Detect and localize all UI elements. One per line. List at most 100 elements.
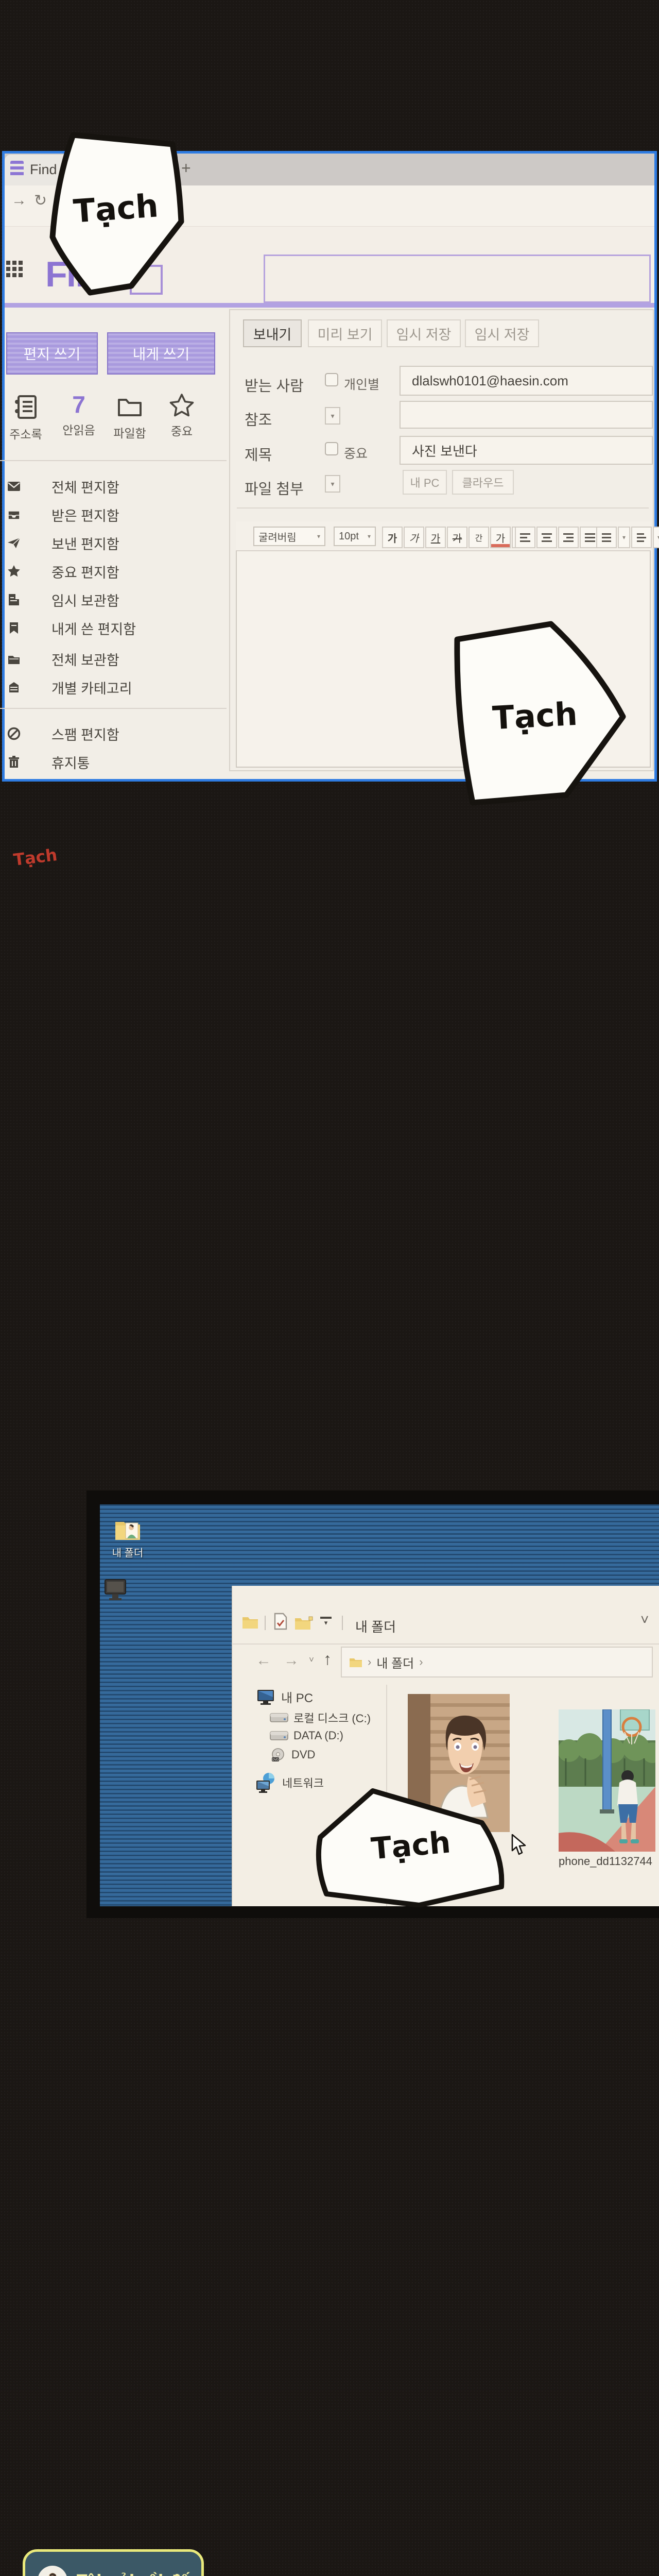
align-center-button[interactable] [536, 527, 557, 548]
chevron-down-icon[interactable]: ▾ [618, 527, 630, 548]
align-group [515, 527, 600, 548]
nav-item-disk-c[interactable]: 로컬 디스크 (C:) [270, 1709, 371, 1726]
align-right-button[interactable] [558, 527, 579, 548]
address-bar[interactable]: › 내 폴더 › [341, 1647, 653, 1677]
cc-label: 참조 [245, 408, 272, 430]
trash-icon [7, 755, 21, 769]
nav-item-my-pc[interactable]: 내 PC [256, 1688, 313, 1706]
align-right-icon [563, 533, 574, 542]
sidebar-item-drafts[interactable]: 임시 보관함 [0, 589, 227, 610]
sidebar-item-inbox[interactable]: 받은 편지함 [0, 504, 227, 525]
history-chevron-icon[interactable]: ˅ [309, 1655, 314, 1665]
cc-dropdown[interactable]: ▾ [325, 407, 340, 425]
sidebar-item-all-mail[interactable]: 전체 편지함 [0, 476, 227, 497]
forward-icon[interactable]: → [11, 192, 27, 209]
file-photo-2[interactable] [559, 1709, 655, 1852]
chat-avatar [38, 2566, 67, 2576]
cc-input[interactable] [400, 401, 653, 429]
editor-body[interactable] [236, 521, 651, 768]
quick-label: 중요 [164, 421, 200, 439]
find-logo-box [130, 265, 163, 295]
to-input[interactable]: dlalswh0101@haesin.com [400, 366, 653, 396]
chat-message-bubble[interactable]: Tôi gửi rồi đấy [23, 2549, 204, 2576]
send-button[interactable]: 보내기 [243, 319, 302, 347]
desktop-icon-my-folder[interactable]: 내 폴더 [101, 1518, 154, 1560]
attach-pc-button[interactable]: 내 PC [403, 470, 447, 495]
tab-title: Find [30, 162, 57, 178]
titlebar-collapse-icon[interactable]: ▾ [320, 1617, 332, 1625]
nav-item-network[interactable]: 네트워크 [254, 1771, 324, 1794]
quick-label: 파일함 [110, 423, 149, 441]
photo-basketball-court [559, 1709, 655, 1852]
refresh-icon[interactable]: ↻ [34, 192, 47, 210]
sidebar-divider [0, 708, 227, 709]
purple-divider [5, 303, 654, 308]
drive-icon [270, 1711, 288, 1724]
sidebar-item-to-me[interactable]: 내게 쓴 편지함 [0, 618, 227, 638]
sidebar-item-spam[interactable]: 스팸 편지함 [0, 723, 227, 744]
individual-label: 개인별 [344, 375, 379, 393]
sidebar-item-sent[interactable]: 보낸 편지함 [0, 533, 227, 553]
file-name-label[interactable]: phone_dd1132744 [559, 1855, 652, 1868]
italic-button[interactable]: 가 [404, 527, 424, 548]
breadcrumb-separator: › [368, 1655, 371, 1669]
temp-save-button-2[interactable]: 임시 저장 [465, 319, 539, 347]
underline-button[interactable]: 가 [425, 527, 446, 548]
preview-button[interactable]: 미리 보기 [308, 319, 382, 347]
nav-item-data-d[interactable]: DATA (D:) [270, 1729, 343, 1742]
sidebar-item-important[interactable]: 중요 편지함 [0, 561, 227, 582]
network-icon [254, 1771, 277, 1794]
sidebar-item-archive-all[interactable]: 전체 보관함 [0, 649, 227, 669]
font-size-select[interactable]: 10pt▾ [334, 527, 376, 546]
sent-icon [7, 536, 21, 550]
write-to-me-button[interactable]: 내게 쓰기 [107, 332, 215, 375]
category-icon [7, 681, 21, 694]
align-justify-icon [585, 533, 595, 542]
quick-addressbook[interactable]: 주소록 [9, 395, 42, 442]
subject-label: 제목 [245, 443, 272, 465]
file-photo-1[interactable] [408, 1694, 510, 1832]
titlebar-properties-icon[interactable] [273, 1613, 288, 1630]
sidebar-item-category[interactable]: 개별 카테고리 [0, 677, 227, 698]
forward-icon[interactable]: → [284, 1652, 299, 1669]
quick-important[interactable]: 중요 [164, 393, 200, 439]
individual-checkbox[interactable] [325, 373, 338, 386]
back-icon[interactable]: ← [256, 1652, 271, 1669]
sfx-tach-small: Tạch [12, 845, 58, 870]
font-family-select[interactable]: 굴려버림▾ [253, 527, 325, 546]
chevron-down-icon: ▾ [317, 533, 320, 540]
pane-divider [386, 1685, 387, 1906]
bold-button[interactable]: 가 [382, 527, 403, 548]
attach-cloud-button[interactable]: 클라우드 [452, 470, 514, 495]
strike-button[interactable]: 가 [447, 527, 467, 548]
quick-filebox[interactable]: 파일함 [110, 395, 149, 441]
desktop-icon-2[interactable] [104, 1578, 127, 1607]
spacing-button[interactable]: 간 [469, 527, 489, 548]
titlebar-newfolder-icon[interactable] [294, 1616, 313, 1630]
ribbon-expand-icon[interactable]: ˅ [640, 1612, 649, 1628]
sidebar-item-trash[interactable]: 휴지통 [0, 752, 227, 772]
format-group: 가 가 가 가 간 가 ▾ [382, 527, 524, 548]
bullet-list-button[interactable] [596, 527, 617, 548]
attach-label: 파일 첨부 [245, 477, 304, 499]
new-tab-button[interactable]: + [181, 159, 191, 178]
up-icon[interactable]: ↑ [323, 1650, 332, 1669]
write-mail-button[interactable]: 편지 쓰기 [6, 332, 98, 375]
number-list-icon [637, 533, 646, 542]
temp-save-button[interactable]: 임시 저장 [387, 319, 461, 347]
to-label: 받는 사람 [245, 374, 304, 396]
chevron-down-icon[interactable]: ▾ [653, 527, 659, 548]
breadcrumb[interactable]: 내 폴더 [376, 1653, 414, 1671]
important-checkbox[interactable] [325, 442, 338, 455]
attach-dropdown[interactable]: ▾ [325, 475, 340, 493]
drive-icon [270, 1730, 288, 1742]
nav-item-dvd[interactable]: DVD DVD [271, 1748, 315, 1762]
titlebar-separator [265, 1616, 266, 1630]
align-left-button[interactable] [515, 527, 535, 548]
computer-icon [104, 1578, 127, 1604]
subject-input[interactable]: 사진 보낸다 [400, 436, 653, 465]
font-color-button[interactable]: 가 [490, 527, 511, 548]
app-grid-icon[interactable] [6, 261, 24, 285]
number-list-button[interactable] [631, 527, 652, 548]
quick-unread[interactable]: 7 안읽음 [60, 391, 98, 438]
